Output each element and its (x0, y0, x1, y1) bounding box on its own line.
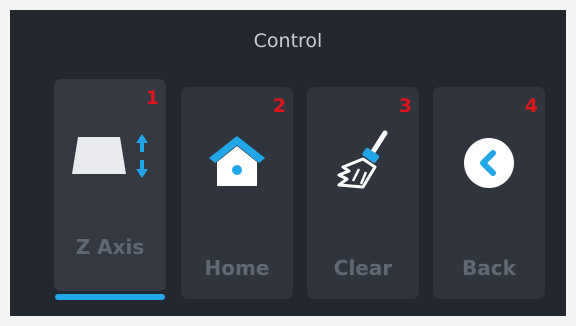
broom-icon (337, 130, 388, 189)
page-title: Control (253, 30, 323, 52)
home-icon (209, 136, 265, 186)
back-arrow-icon (464, 138, 514, 188)
card-number-badge: 2 (272, 95, 286, 117)
back-button[interactable]: 4 Back (433, 87, 545, 299)
card-label: Z Axis (75, 235, 145, 259)
clear-button[interactable]: 3 Clear (307, 87, 419, 299)
control-screen: Control 1 Z Axis 2 Home 3 Clear 4 Back (10, 10, 566, 316)
z-axis-button[interactable]: 1 Z Axis (54, 79, 166, 291)
card-label: Home (204, 256, 270, 280)
selection-indicator (55, 294, 165, 300)
z-axis-icon (72, 134, 148, 178)
card-number-badge: 1 (145, 87, 159, 109)
card-label: Clear (333, 256, 393, 280)
card-number-badge: 4 (524, 95, 538, 117)
card-label: Back (462, 256, 516, 280)
home-button[interactable]: 2 Home (181, 87, 293, 299)
card-number-badge: 3 (398, 95, 412, 117)
